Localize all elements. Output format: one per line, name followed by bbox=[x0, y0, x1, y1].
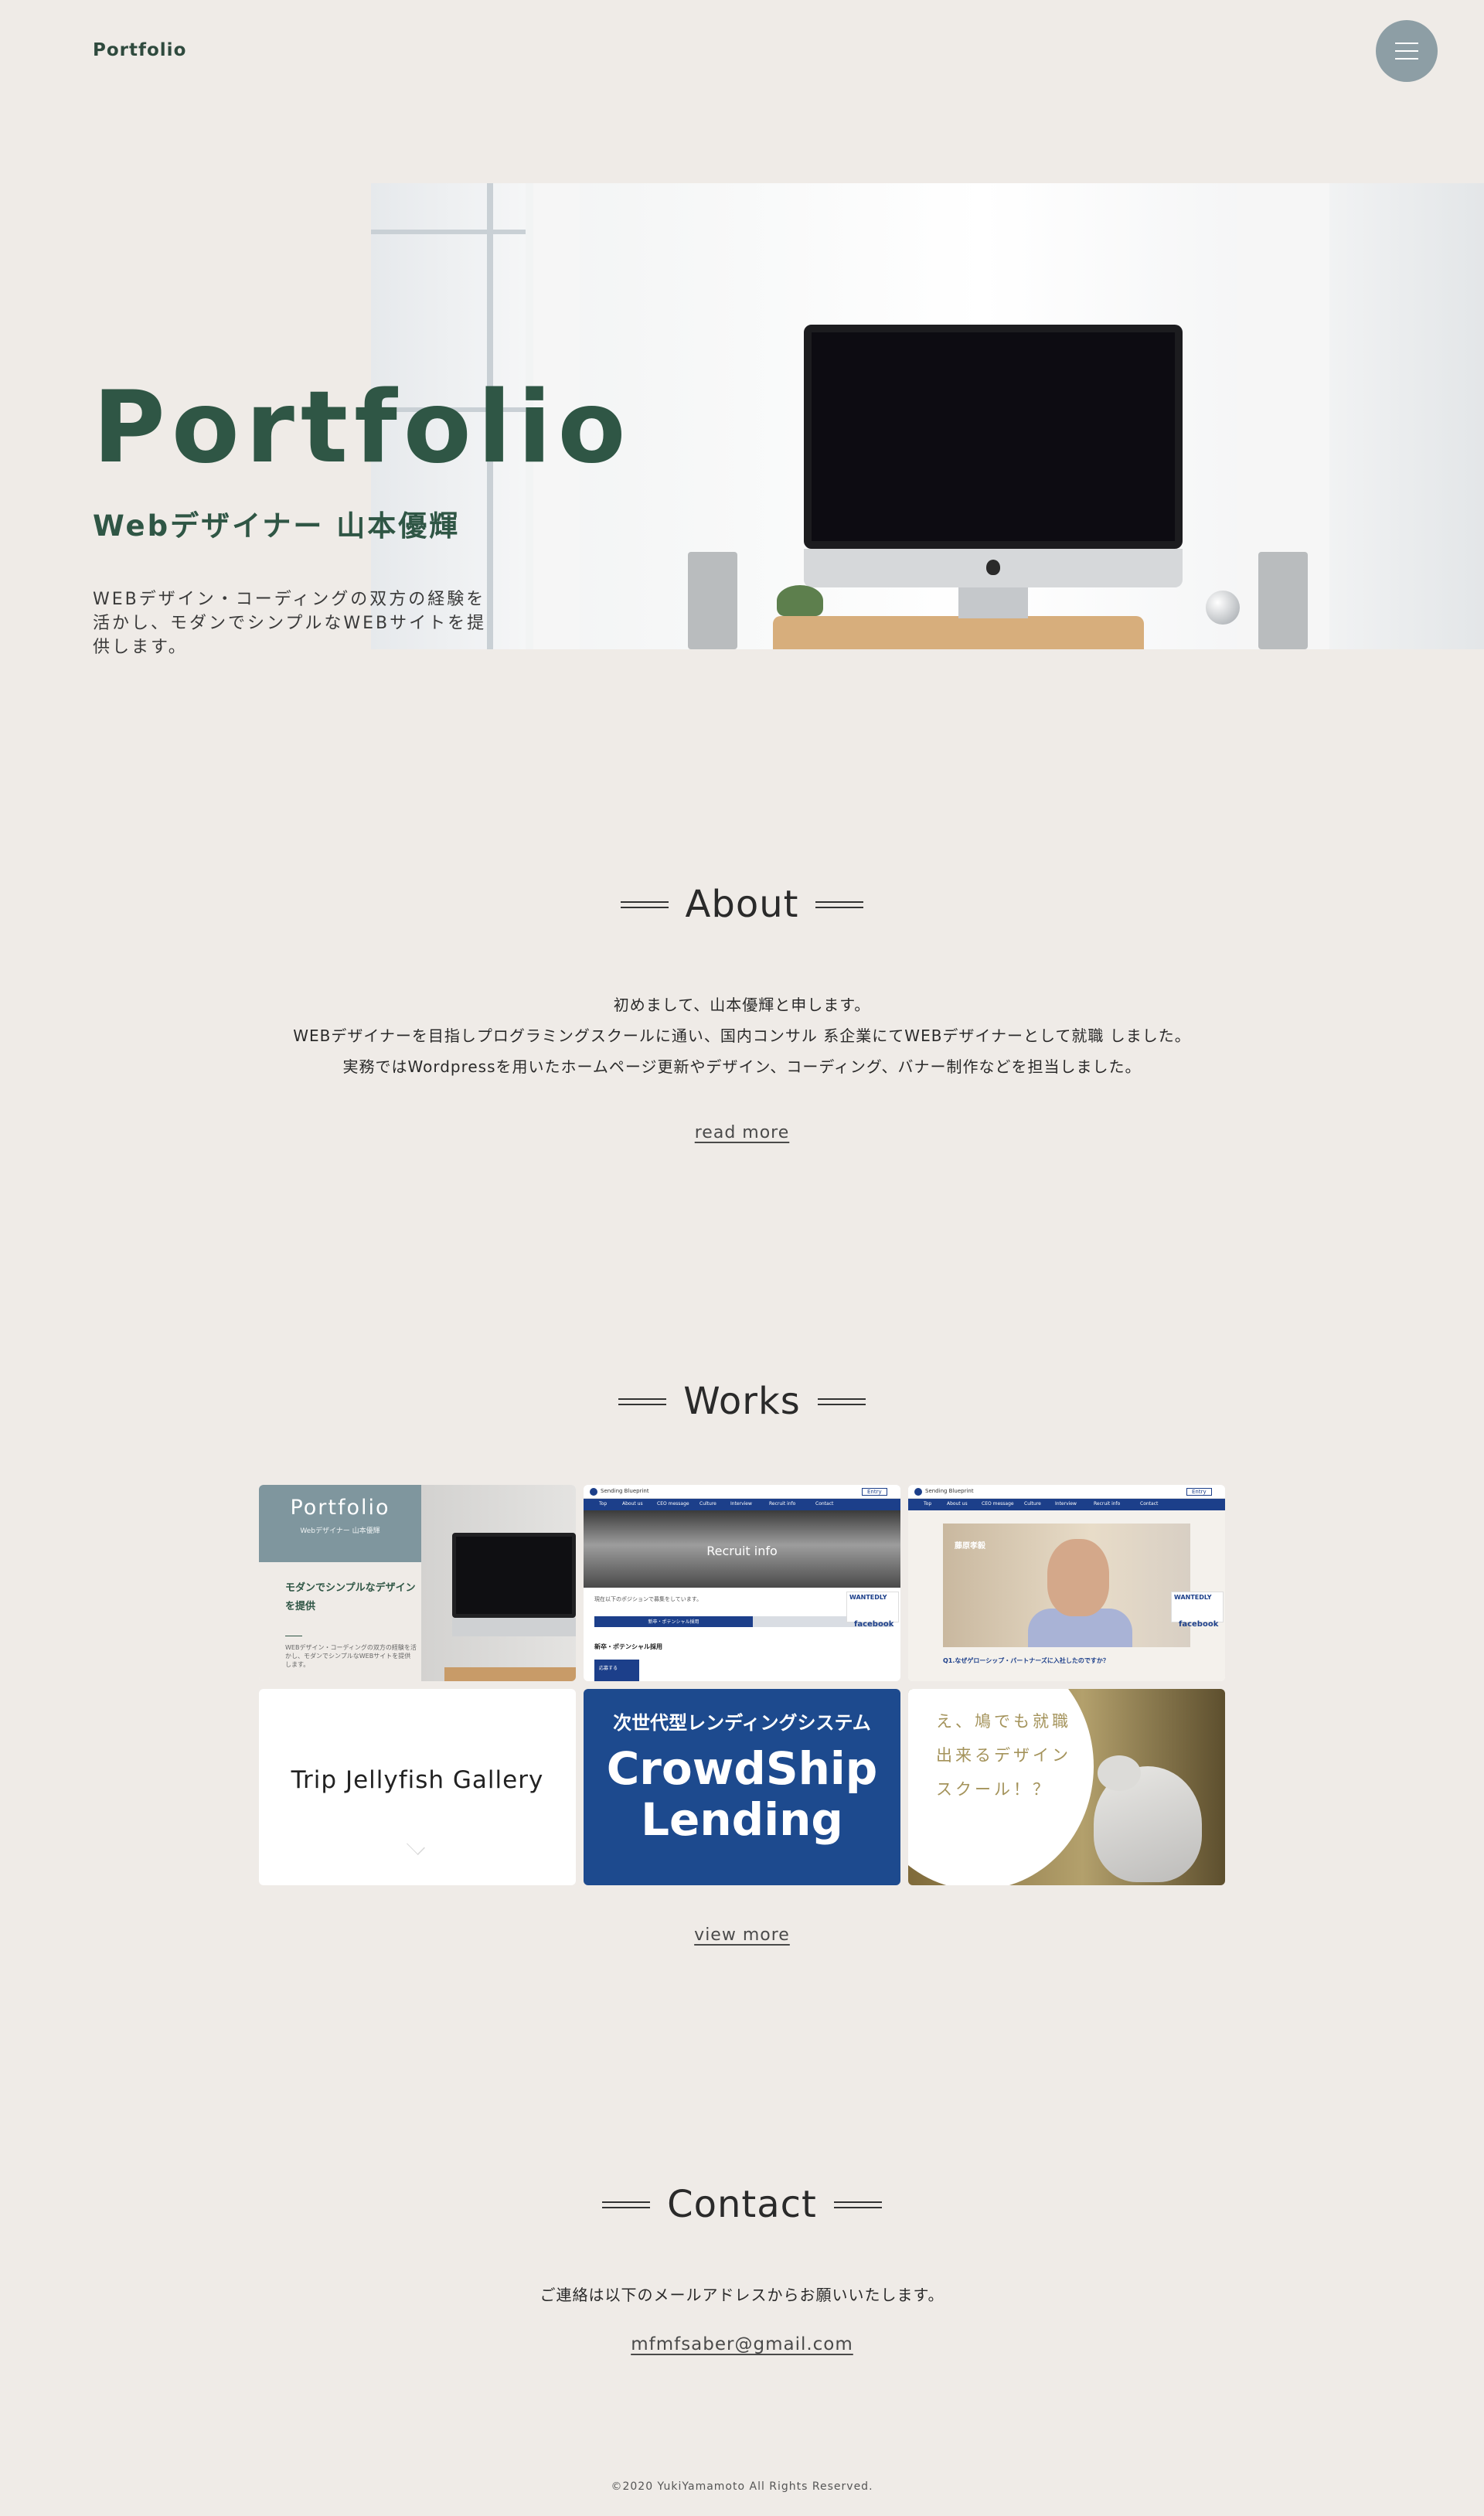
work-card-title: Portfolio bbox=[290, 1496, 390, 1520]
site-logo[interactable]: Portfolio bbox=[93, 40, 186, 60]
site-logo-icon bbox=[914, 1488, 922, 1496]
entry-button: Entry bbox=[862, 1488, 887, 1496]
read-more-link-wrap: read more bbox=[0, 1123, 1484, 1142]
work-card-crowdship[interactable]: 次世代型レンディングシステム CrowdShip Lending bbox=[584, 1689, 900, 1885]
apple-logo-icon bbox=[986, 560, 1000, 575]
hamburger-icon-line bbox=[1395, 58, 1418, 60]
site-nav-item: CEO message bbox=[982, 1501, 1014, 1507]
site-nav-item: Contact bbox=[1140, 1501, 1159, 1507]
contact-heading-label: Contact bbox=[667, 2183, 817, 2226]
imac-screen bbox=[804, 325, 1183, 549]
imac-screen bbox=[452, 1533, 576, 1618]
interview-question: Q1.なぜゲローシップ・パートナーズに入社したのですか？ bbox=[943, 1657, 1109, 1664]
about-line: 初めまして、山本優輝と申します。 bbox=[613, 996, 871, 1014]
hero-desk bbox=[773, 616, 1144, 649]
works-heading-label: Works bbox=[683, 1380, 801, 1423]
heading-line-right bbox=[817, 1398, 866, 1405]
lamp-icon bbox=[1206, 591, 1240, 625]
about-text: 初めまして、山本優輝と申します。 WEBデザイナーを目指しプログラミングスクール… bbox=[0, 989, 1484, 1082]
menu-button[interactable] bbox=[1376, 20, 1438, 82]
site-name: Sending Blueprint bbox=[925, 1488, 974, 1494]
about-line: 実務ではWordpressを用いたホームページ更新やデザイン、コーディング、バナ… bbox=[342, 1057, 1142, 1076]
work-card-subtitle: Webデザイナー 山本優輝 bbox=[300, 1527, 380, 1535]
site-text: 現在以下のポジションで募集をしています。 bbox=[594, 1596, 703, 1602]
wantedly-badge-label: WANTEDLY bbox=[1174, 1594, 1212, 1601]
work-card-recruit-site[interactable]: Sending Blueprint Entry Top About us CEO… bbox=[584, 1485, 900, 1681]
hero-title: Portfolio bbox=[93, 370, 632, 485]
site-logo-icon bbox=[590, 1488, 597, 1496]
work-card-title: CrowdShip Lending bbox=[584, 1743, 900, 1845]
site-nav-item: Interview bbox=[1055, 1501, 1077, 1507]
wantedly-badge-label: WANTEDLY bbox=[849, 1594, 887, 1601]
view-more-link-wrap: view more bbox=[0, 1925, 1484, 1945]
entry-button: Entry bbox=[1186, 1488, 1212, 1496]
work-card-title-line: Lending bbox=[641, 1793, 843, 1846]
site-nav-item: Culture bbox=[699, 1501, 716, 1507]
work-card-title-line: CrowdShip bbox=[606, 1742, 878, 1795]
work-card-desc: WEBデザイン・コーディングの双方の経験を活かし、モダンでシンプルなWEBサイト… bbox=[285, 1644, 417, 1668]
hero-description: WEBデザイン・コーディングの双方の経験を活かし、モダンでシンプルなWEBサイト… bbox=[93, 590, 487, 657]
about-heading-label: About bbox=[685, 883, 799, 926]
facebook-label: facebook bbox=[854, 1620, 894, 1629]
email-link-wrap: mfmfsaber@gmail.com bbox=[0, 2334, 1484, 2354]
contact-text: ご連絡は以下のメールアドレスからお願いいたします。 bbox=[539, 2286, 945, 2304]
heading-line-left bbox=[620, 901, 669, 908]
site-nav-item: Recruit info bbox=[769, 1501, 796, 1507]
site-nav-item: Contact bbox=[815, 1501, 834, 1507]
site-button-label: 応募する bbox=[599, 1666, 618, 1671]
imac-chin bbox=[452, 1618, 576, 1636]
pigeon-head bbox=[1098, 1755, 1141, 1791]
work-card-portfolio[interactable]: Portfolio Webデザイナー 山本優輝 モダンでシンプルなデザインを提供… bbox=[259, 1485, 576, 1681]
site-nav-item: Top bbox=[924, 1501, 932, 1507]
work-card-design-school[interactable]: え、鳩でも就職出来るデザインスクール！？ bbox=[908, 1689, 1225, 1885]
work-card-jellyfish[interactable]: Trip Jellyfish Gallery bbox=[259, 1689, 576, 1885]
imac-stand bbox=[958, 587, 1028, 618]
about-heading: About bbox=[0, 883, 1484, 926]
email-link[interactable]: mfmfsaber@gmail.com bbox=[631, 2334, 853, 2354]
site-nav-item: Top bbox=[599, 1501, 608, 1507]
site-hero-label: Recruit info bbox=[706, 1544, 778, 1558]
about-line: WEBデザイナーを目指しプログラミングスクールに通い、国内コンサル 系企業にてW… bbox=[293, 1026, 1191, 1045]
hero-subtitle: Webデザイナー 山本優輝 bbox=[93, 509, 461, 543]
desk bbox=[444, 1667, 576, 1681]
site-bar-label: 新卒・ポテンシャル採用 bbox=[648, 1619, 699, 1625]
hero-speaker bbox=[1258, 552, 1308, 649]
site-nav-item: CEO message bbox=[657, 1501, 689, 1507]
heading-line-right bbox=[815, 901, 864, 908]
hamburger-icon bbox=[1395, 43, 1418, 44]
site-nav-item: Culture bbox=[1024, 1501, 1041, 1507]
copyright: ©2020 YukiYamamoto All Rights Reserved. bbox=[611, 2480, 873, 2493]
site-nav-item: About us bbox=[947, 1501, 968, 1507]
work-card-kicker: 次世代型レンディングシステム bbox=[613, 1712, 871, 1734]
contact-heading: Contact bbox=[0, 2183, 1484, 2226]
site-nav: Top About us CEO message Culture Intervi… bbox=[908, 1499, 1225, 1510]
heading-line-left bbox=[618, 1398, 667, 1405]
heading-line-right bbox=[833, 2201, 882, 2208]
facebook-label: facebook bbox=[1179, 1620, 1219, 1629]
person-face bbox=[1047, 1539, 1109, 1616]
chevron-down-icon bbox=[407, 1837, 425, 1855]
view-more-link[interactable]: view more bbox=[694, 1925, 790, 1945]
site-nav-item: Recruit info bbox=[1094, 1501, 1121, 1507]
heading-line-left bbox=[602, 2201, 651, 2208]
plant-icon bbox=[777, 585, 823, 616]
site-heading: 新卒・ポテンシャル採用 bbox=[594, 1643, 662, 1650]
work-card-interview-site[interactable]: Sending Blueprint Entry Top About us CEO… bbox=[908, 1485, 1225, 1681]
site-nav-item: Interview bbox=[730, 1501, 752, 1507]
site-name: Sending Blueprint bbox=[601, 1488, 649, 1494]
work-card-text: え、鳩でも就職出来るデザインスクール！？ bbox=[936, 1712, 1071, 1799]
work-card-catch: モダンでシンプルなデザインを提供 bbox=[285, 1582, 416, 1612]
hamburger-icon-line bbox=[1395, 50, 1418, 52]
read-more-link[interactable]: read more bbox=[695, 1123, 790, 1142]
site-nav-item: About us bbox=[622, 1501, 643, 1507]
hero-speaker bbox=[688, 552, 737, 649]
works-grid: Portfolio Webデザイナー 山本優輝 モダンでシンプルなデザインを提供… bbox=[259, 1485, 1225, 1885]
interviewee-name: 藤原孝毅 bbox=[955, 1542, 985, 1551]
work-card-title: Trip Jellyfish Gallery bbox=[291, 1766, 544, 1794]
works-heading: Works bbox=[0, 1380, 1484, 1423]
site-nav: Top About us CEO message Culture Intervi… bbox=[584, 1499, 900, 1510]
